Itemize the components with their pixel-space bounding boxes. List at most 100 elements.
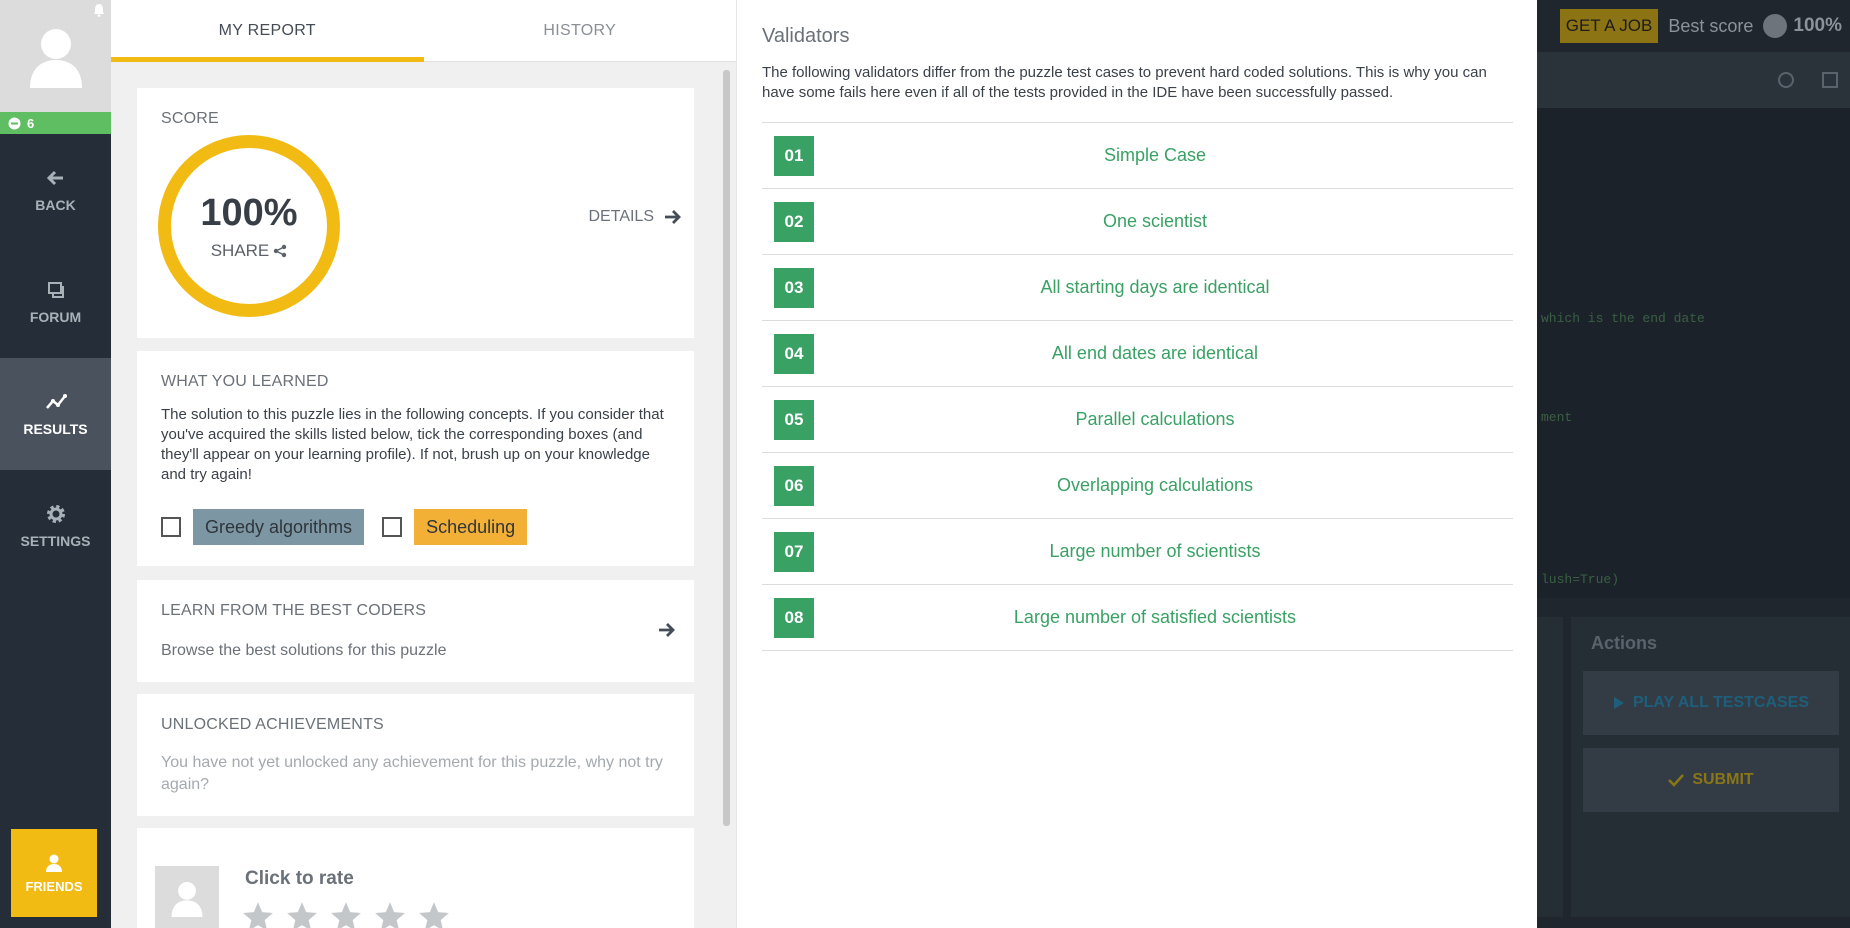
star-icon[interactable] <box>373 900 407 928</box>
best-score-value-box: 100% <box>1763 14 1842 38</box>
arrow-right-icon <box>665 210 681 224</box>
skill-greedy-checkbox[interactable] <box>161 517 181 537</box>
nav-back[interactable]: BACK <box>0 134 111 246</box>
validators-panel: Validators The following validators diff… <box>736 0 1537 928</box>
ide-toolbar <box>1537 52 1850 108</box>
report-content: SCORE 100% SHARE DETAILS WHAT YOU LEARNE… <box>111 62 736 928</box>
validator-number-badge: 07 <box>774 531 814 572</box>
best-coders-title: LEARN FROM THE BEST CODERS <box>161 602 427 619</box>
fullscreen-icon[interactable] <box>1822 72 1838 88</box>
details-link[interactable]: DETAILS <box>589 208 683 226</box>
rating-stars <box>241 900 451 928</box>
friends-label: FRIENDS <box>25 878 83 894</box>
ide-background: GET A JOB Best score 100% which is the e… <box>1537 0 1850 928</box>
star-icon[interactable] <box>417 900 451 928</box>
learned-text: The solution to this puzzle lies in the … <box>161 406 664 483</box>
skill-greedy-tag[interactable]: Greedy algorithms <box>193 509 365 545</box>
validator-number-badge: 08 <box>774 597 814 638</box>
arrow-right-icon <box>659 623 675 637</box>
skill-scheduling: Scheduling <box>382 509 528 545</box>
chart-line-icon <box>45 394 67 409</box>
validator-number-badge: 05 <box>774 399 814 440</box>
score-title: SCORE <box>161 110 219 127</box>
share-icon <box>274 244 287 257</box>
validator-number-badge: 06 <box>774 465 814 506</box>
report-scrollbar[interactable] <box>723 70 730 826</box>
validator-number-badge: 03 <box>774 267 814 308</box>
actions-panel: Actions PLAY ALL TESTCASES SUBMIT <box>1571 617 1850 917</box>
validator-name: All starting days are identical <box>1040 277 1270 297</box>
check-icon <box>1668 774 1685 787</box>
validator-row: 05 Parallel calculations <box>762 387 1513 453</box>
bell-icon[interactable] <box>93 3 105 17</box>
validator-row: 03 All starting days are identical <box>762 255 1513 321</box>
nav-back-label: BACK <box>35 197 76 213</box>
validator-row: 02 One scientist <box>762 189 1513 255</box>
nav-forum[interactable]: FORUM <box>0 246 111 358</box>
achievements-title: UNLOCKED ACHIEVEMENTS <box>161 716 384 733</box>
tab-history[interactable]: HISTORY <box>424 0 737 61</box>
nav-forum-label: FORUM <box>29 309 82 325</box>
submit-button[interactable]: SUBMIT <box>1583 748 1839 812</box>
tab-my-report[interactable]: MY REPORT <box>111 0 424 62</box>
skill-greedy: Greedy algorithms <box>161 509 365 545</box>
rating-card: Click to rate <box>137 828 694 928</box>
user-avatar[interactable] <box>0 0 111 112</box>
validator-name: Large number of satisfied scientists <box>1013 607 1297 627</box>
validator-number-badge: 02 <box>774 201 814 242</box>
nav-settings[interactable]: SETTINGS <box>0 470 111 582</box>
score-card: SCORE 100% SHARE DETAILS <box>137 88 694 338</box>
score-ring: 100% SHARE <box>158 135 340 317</box>
validator-number-badge: 01 <box>774 135 814 176</box>
ide-testcases-panel <box>1537 617 1563 917</box>
star-icon[interactable] <box>241 900 275 928</box>
rating-avatar <box>155 866 219 928</box>
validator-number-badge: 04 <box>774 333 814 374</box>
validator-row: 06 Overlapping calculations <box>762 453 1513 519</box>
best-score-label: Best score <box>1668 15 1754 36</box>
details-label: DETAILS <box>588 208 655 225</box>
validator-name: All end dates are identical <box>1051 343 1259 363</box>
forum-icon <box>47 282 64 298</box>
achievements-text: You have not yet unlocked any achievemen… <box>161 754 663 793</box>
star-icon[interactable] <box>329 900 363 928</box>
nav-results[interactable]: RESULTS <box>0 358 111 470</box>
submit-label: SUBMIT <box>1692 771 1754 788</box>
user-silhouette-icon <box>171 881 203 917</box>
share-button[interactable]: SHARE <box>211 241 288 261</box>
star-icon[interactable] <box>285 900 319 928</box>
gear-icon <box>46 505 65 523</box>
validator-name: Parallel calculations <box>1075 409 1235 429</box>
left-sidebar: 6 BACK FORUM RESULTS SETTINGS FRIENDS <box>0 0 111 928</box>
validator-name: Overlapping calculations <box>1056 475 1254 495</box>
skill-scheduling-tag[interactable]: Scheduling <box>414 509 528 545</box>
get-a-job-button[interactable]: GET A JOB <box>1559 9 1659 43</box>
reset-icon[interactable] <box>1778 72 1794 88</box>
nav-results-label: RESULTS <box>23 421 88 437</box>
level-badge: 6 <box>0 112 111 134</box>
level-icon <box>8 117 21 129</box>
score-chart-icon <box>1763 14 1788 38</box>
validator-name: Large number of scientists <box>1049 541 1261 561</box>
validators-title: Validators <box>762 25 850 47</box>
play-all-testcases-button[interactable]: PLAY ALL TESTCASES <box>1583 671 1839 735</box>
validator-name: Simple Case <box>1103 145 1207 165</box>
code-editor[interactable]: which is the end date ment lush=True) <box>1537 108 1850 598</box>
play-all-label: PLAY ALL TESTCASES <box>1632 694 1810 711</box>
score-value: 100% <box>200 191 298 234</box>
learned-title: WHAT YOU LEARNED <box>161 373 329 390</box>
friends-button[interactable]: FRIENDS <box>11 829 97 917</box>
level-value: 6 <box>27 115 35 131</box>
report-panel: MY REPORT HISTORY SCORE 100% SHARE DETAI… <box>111 0 736 928</box>
skill-scheduling-checkbox[interactable] <box>382 517 403 537</box>
actions-title: Actions <box>1591 633 1658 653</box>
learned-card: WHAT YOU LEARNED The solution to this pu… <box>137 351 694 566</box>
best-coders-card[interactable]: LEARN FROM THE BEST CODERS Browse the be… <box>137 580 694 682</box>
validators-description: The following validators differ from the… <box>762 64 1487 101</box>
share-label: SHARE <box>210 240 270 260</box>
validator-row: 08 Large number of satisfied scientists <box>762 585 1513 651</box>
code-line: ment <box>1541 410 1573 425</box>
rating-title: Click to rate <box>245 868 354 889</box>
play-icon <box>1613 697 1624 709</box>
code-line: lush=True) <box>1541 572 1620 587</box>
